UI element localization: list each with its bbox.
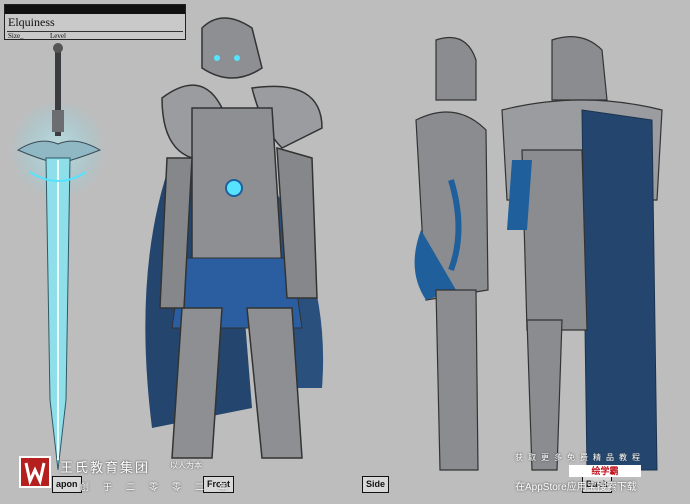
weapon-view-label: apon xyxy=(52,476,82,493)
watermark-slogan: 以人为本 xyxy=(170,461,202,470)
watermark-right-headline: 获取更多免费精品教程 xyxy=(515,453,645,462)
logo-w-icon xyxy=(24,462,46,486)
watermark-right-badge: 绘学霸 xyxy=(569,465,641,477)
watermark-right-footer: 在AppStore应用宝搜索下载 xyxy=(515,482,637,493)
back-view-illustration xyxy=(501,36,663,471)
size-label: Size_ xyxy=(8,32,24,40)
side-view-label: Side xyxy=(362,476,390,493)
character-sheet: Elquiness Size_ Level apon Front Side Ba… xyxy=(0,0,690,504)
character-name: Elquiness xyxy=(8,15,55,29)
watermark-logo xyxy=(19,456,51,488)
watermark-date: 创于二零零二年 xyxy=(80,482,242,492)
front-view-illustration xyxy=(145,17,324,459)
watermark-org: 王氏教育集团 xyxy=(60,460,151,475)
sword-illustration xyxy=(10,43,106,471)
side-view-illustration xyxy=(414,36,489,471)
level-label: Level xyxy=(50,32,66,40)
